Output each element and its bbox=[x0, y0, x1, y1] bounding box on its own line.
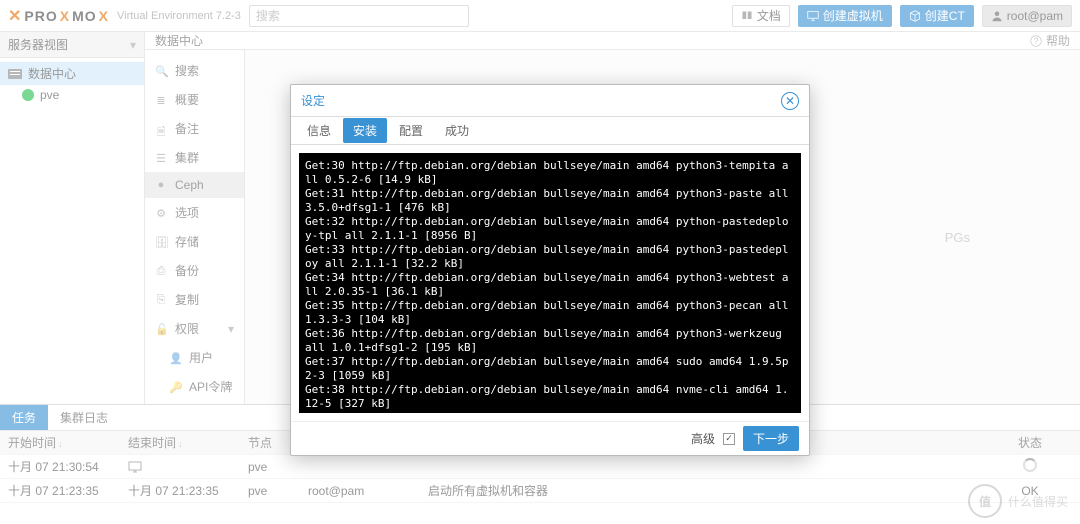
close-button[interactable]: ✕ bbox=[781, 92, 799, 110]
terminal-output: Get:30 http://ftp.debian.org/debian bull… bbox=[299, 153, 801, 413]
modal-tab-0[interactable]: 信息 bbox=[297, 118, 341, 143]
modal-tab-3[interactable]: 成功 bbox=[435, 118, 479, 143]
advanced-checkbox[interactable]: ✓ bbox=[723, 433, 735, 445]
next-label: 下一步 bbox=[753, 432, 789, 446]
ceph-install-modal: 设定 ✕ 信息安装配置成功 Get:30 http://ftp.debian.o… bbox=[290, 84, 810, 456]
modal-tab-2[interactable]: 配置 bbox=[389, 118, 433, 143]
watermark: 值什么值得买 bbox=[968, 484, 1068, 518]
modal-tab-1[interactable]: 安装 bbox=[343, 118, 387, 143]
advanced-label: 高级 bbox=[691, 430, 715, 447]
modal-tabs: 信息安装配置成功 bbox=[291, 117, 809, 145]
close-icon: ✕ bbox=[785, 94, 795, 108]
modal-title: 设定 bbox=[301, 92, 325, 109]
next-button[interactable]: 下一步 bbox=[743, 426, 799, 451]
